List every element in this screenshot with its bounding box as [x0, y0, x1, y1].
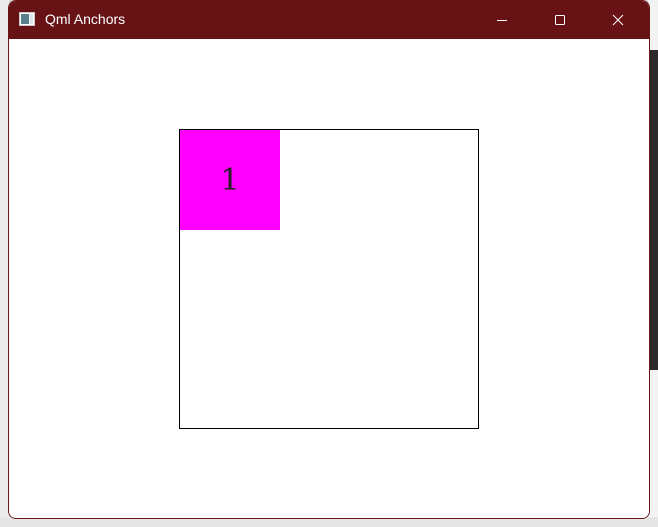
outer-rectangle: 1	[179, 129, 479, 429]
rectangle-label: 1	[220, 162, 240, 198]
app-window: Qml Anchors 1	[8, 0, 650, 519]
maximize-button[interactable]	[537, 1, 583, 39]
close-icon	[612, 14, 624, 26]
window-title: Qml Anchors	[45, 11, 126, 27]
close-button[interactable]	[595, 1, 641, 39]
title-bar[interactable]: Qml Anchors	[9, 1, 649, 39]
minimize-icon	[496, 14, 508, 26]
magenta-rectangle: 1	[180, 130, 280, 230]
app-window-icon	[19, 12, 35, 26]
maximize-icon	[554, 14, 566, 26]
minimize-button[interactable]	[479, 1, 525, 39]
window-content: 1	[9, 39, 649, 518]
